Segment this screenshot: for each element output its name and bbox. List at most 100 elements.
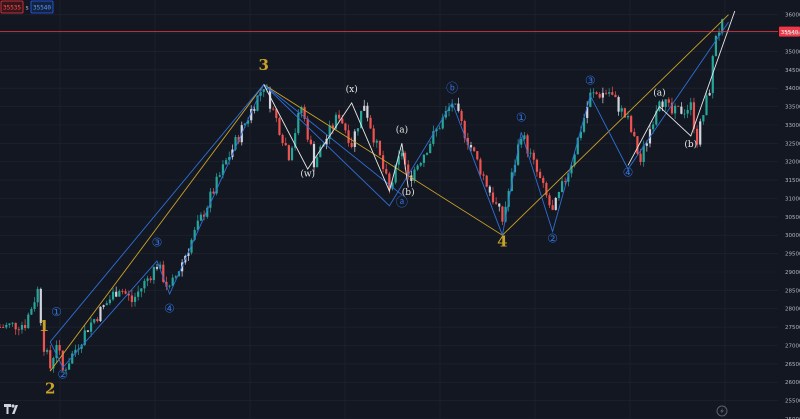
candle-body [560, 181, 564, 192]
candle-body [218, 175, 221, 177]
candle-body [86, 330, 90, 332]
y-tick-label: 36000 [785, 13, 800, 19]
candle-body [36, 288, 39, 303]
candle-body [598, 94, 601, 98]
candle-body [262, 89, 265, 92]
candle-body [554, 197, 557, 210]
candle-body [58, 345, 61, 351]
candle-body [491, 192, 495, 203]
chart-background [0, 0, 800, 419]
candle-body [630, 116, 633, 132]
candle-body [699, 121, 702, 145]
candle-body [535, 159, 539, 172]
candle-body [485, 175, 488, 187]
wave-label: 1 [39, 317, 49, 335]
y-tick-label: 31500 [785, 178, 800, 184]
candle-body [476, 151, 479, 160]
candle-body [385, 168, 388, 174]
candle-body [89, 322, 93, 332]
y-tick-label: 32000 [785, 160, 800, 166]
candle-body [454, 103, 457, 105]
candle-body [702, 115, 705, 122]
y-tick-label: 28500 [785, 288, 800, 294]
y-tick-label: 29500 [785, 252, 800, 258]
candle-body [419, 162, 422, 166]
candle-body [284, 143, 287, 146]
y-tick-label: 29000 [785, 270, 800, 276]
candle-body [705, 95, 708, 116]
candle-body [344, 123, 347, 131]
candle-body [356, 128, 360, 132]
y-tick-label: 33000 [785, 123, 800, 129]
candle-body [168, 285, 171, 287]
spread-label: s [25, 5, 29, 12]
candle-body [460, 110, 463, 121]
candle-body [105, 303, 108, 306]
candle-body [11, 322, 14, 324]
y-tick-label: 26000 [785, 380, 800, 386]
buy-price[interactable]: 35540 [33, 5, 51, 12]
candle-body [121, 291, 124, 292]
candle-body [639, 153, 642, 163]
candle-body [708, 93, 711, 96]
candle-body [557, 191, 561, 198]
candle-body [353, 131, 356, 147]
wave-label: (x) [346, 84, 358, 95]
candle-body [278, 118, 281, 135]
candle-body [617, 97, 620, 112]
wave-label: (b) [684, 139, 697, 150]
candle-body [538, 171, 542, 178]
candle-body [290, 147, 294, 161]
wave-label: ⓑ [446, 81, 458, 95]
candle-body [17, 329, 20, 331]
candle-body [96, 319, 99, 322]
candle-body [46, 350, 49, 352]
candle-body [400, 152, 404, 157]
wave-label: ② [547, 232, 558, 246]
candle-body [140, 288, 143, 292]
y-tick-label: 30000 [785, 233, 800, 239]
y-tick-label: 32500 [785, 141, 800, 147]
wave-label: ① [516, 110, 527, 124]
price-chart[interactable]: 1234①②③④ⓐⓑ①②③④(w)(x)(a)(b)(a)(b) 35540 2… [0, 0, 800, 419]
candle-body [422, 154, 425, 163]
candle-body [608, 92, 611, 94]
sell-price[interactable]: 35535 [3, 5, 21, 12]
candle-body [674, 105, 677, 114]
candle-body [680, 106, 683, 114]
candle-body [363, 105, 366, 111]
y-tick-label: 31000 [785, 196, 800, 202]
candle-body [626, 116, 630, 118]
candle-body [601, 92, 604, 98]
wave-label: ③ [152, 235, 163, 249]
y-tick-label: 26500 [785, 362, 800, 368]
candle-body [281, 134, 284, 144]
candle-body [133, 296, 137, 302]
candle-body [372, 128, 375, 143]
candle-body [636, 136, 639, 154]
y-tick-label: 35500 [785, 31, 800, 37]
wave-label: ④ [164, 301, 175, 315]
candle-body [488, 186, 491, 193]
candle-body [520, 138, 523, 145]
y-tick-label: 35000 [785, 49, 800, 55]
candle-body [124, 291, 127, 294]
candle-body [686, 109, 689, 114]
candle-body [224, 160, 228, 165]
candle-body [429, 143, 432, 154]
candle-body [667, 99, 670, 103]
candle-body [664, 99, 667, 107]
candle-body [542, 177, 545, 183]
candle-body [416, 165, 419, 170]
candle-body [27, 314, 30, 329]
y-tick-label: 27000 [785, 343, 800, 349]
wave-label: (b) [402, 187, 415, 198]
candle-body [152, 267, 155, 281]
candle-body [137, 291, 140, 297]
candle-body [388, 173, 391, 189]
candle-body [111, 291, 115, 300]
candle-body [457, 103, 460, 111]
candle-body [661, 101, 664, 107]
candle-body [604, 92, 608, 94]
candle-body [683, 113, 686, 115]
